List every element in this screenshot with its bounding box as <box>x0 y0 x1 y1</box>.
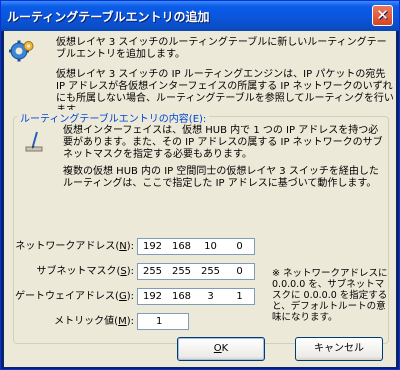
close-icon: ✕ <box>376 6 389 24</box>
ip-octet[interactable]: 3 <box>196 291 225 302</box>
cancel-button[interactable]: キャンセル <box>295 337 383 361</box>
intro-text-1: 仮想レイヤ 3 スイッチのルーティングテーブルに新しいルーティングテーブルエント… <box>56 37 387 60</box>
gateway-address-label: ゲートウェイアドレス(G): <box>15 291 134 302</box>
ip-octet[interactable]: 1 <box>225 291 254 302</box>
ip-octet[interactable]: 168 <box>167 241 196 252</box>
metric-input[interactable]: 1 <box>137 313 189 330</box>
title-bar[interactable]: ルーティングテーブルエントリの追加 ✕ <box>1 1 399 31</box>
info-text-2: 複数の仮想 HUB 内の IP 空間同士の仮想レイヤ 3 スイッチを経由したルー… <box>63 166 379 189</box>
dialog-body: 仮想レイヤ 3 スイッチのルーティングテーブルに新しいルーティングテーブルエント… <box>4 31 396 367</box>
ip-octet[interactable]: 192 <box>138 291 167 302</box>
gateway-address-input[interactable]: 192 168 3 1 <box>137 288 255 305</box>
network-address-label: ネットワークアドレス(N): <box>15 241 134 252</box>
ip-octet[interactable]: 192 <box>138 241 167 252</box>
ip-octet[interactable]: 168 <box>167 291 196 302</box>
ok-button[interactable]: OK <box>177 337 265 361</box>
ip-octet[interactable]: 255 <box>196 266 225 277</box>
window-title: ルーティングテーブルエントリの追加 <box>7 10 210 24</box>
group-legend: ルーティングテーブルエントリの内容(E): <box>17 110 210 125</box>
close-button[interactable]: ✕ <box>372 5 393 26</box>
ip-octet[interactable]: 0 <box>225 241 254 252</box>
subnet-mask-label: サブネットマスク(S): <box>36 266 134 277</box>
info-text-1: 仮想インターフェイスは、仮想 HUB 内で 1 つの IP アドレスを持つ必要が… <box>63 125 383 160</box>
ip-octet[interactable]: 255 <box>167 266 196 277</box>
subnet-mask-input[interactable]: 255 255 255 0 <box>137 263 255 280</box>
gears-icon <box>9 40 34 62</box>
network-address-input[interactable]: 192 168 10 0 <box>137 238 255 255</box>
ip-octet[interactable]: 0 <box>225 266 254 277</box>
ip-octet[interactable]: 10 <box>196 241 225 252</box>
default-route-note: ※ ネットワークアドレスに 0.0.0.0 を、サブネットマスクに 0.0.0.… <box>272 268 388 323</box>
metric-label: メトリック値(M): <box>54 316 134 327</box>
ip-octet[interactable]: 255 <box>138 266 167 277</box>
route-entry-group: ルーティングテーブルエントリの内容(E): 仮想インターフェイスは、仮想 HUB… <box>13 110 389 344</box>
pen-note-icon <box>25 131 43 152</box>
dialog-window: ルーティングテーブルエントリの追加 ✕ 仮想レイヤ 3 スイッチのルーティングテ… <box>0 0 400 370</box>
